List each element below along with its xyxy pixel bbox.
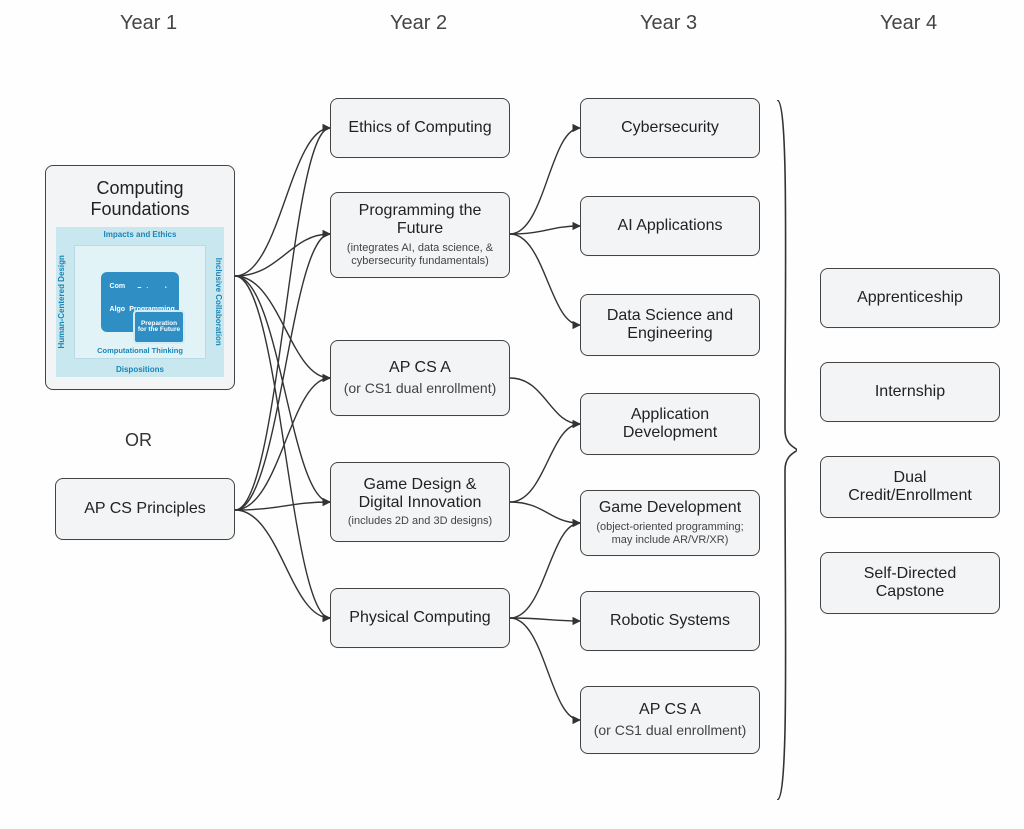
column-headers: Year 1 Year 2 Year 3 Year 4 — [0, 12, 1024, 42]
header-year3: Year 3 — [640, 12, 697, 35]
cf-edge-bottom: Dispositions — [56, 365, 224, 374]
game-title: Game Design & Digital Innovation — [341, 476, 499, 513]
node-robotic-systems: Robotic Systems — [580, 591, 760, 651]
cf-edge-top: Impacts and Ethics — [56, 230, 224, 239]
node-ap-cs-principles: AP CS Principles — [55, 478, 235, 540]
header-year4: Year 4 — [880, 12, 937, 35]
node-game-development: Game Development (object-oriented progra… — [580, 490, 760, 556]
intern-title: Internship — [875, 383, 945, 401]
cf-title: Computing Foundations — [56, 178, 224, 219]
cf-center: Preparation for the Future — [133, 310, 185, 344]
prog-future-title: Programming the Future — [341, 202, 499, 239]
cf-figure: Impacts and Ethics Dispositions Human-Ce… — [56, 227, 224, 377]
node-computing-foundations: Computing Foundations Impacts and Ethics… — [45, 165, 235, 390]
capstone-title: Self-Directed Capstone — [831, 565, 989, 602]
apcsp-title: AP CS Principles — [84, 500, 206, 518]
brace-icon — [773, 100, 797, 800]
robotics-title: Robotic Systems — [610, 612, 730, 630]
node-apprenticeship: Apprenticeship — [820, 268, 1000, 328]
or-label: OR — [125, 430, 152, 451]
apcsa2-sub: (or CS1 dual enrollment) — [344, 380, 497, 397]
gamedev-sub: (object-oriented programming; may includ… — [591, 521, 749, 547]
node-ai-applications: AI Applications — [580, 196, 760, 256]
header-year1: Year 1 — [120, 12, 177, 35]
node-data-science: Data Science and Engineering — [580, 294, 760, 356]
node-physical-computing: Physical Computing — [330, 588, 510, 648]
apcsa2-title: AP CS A — [389, 359, 451, 377]
apprentice-title: Apprenticeship — [857, 289, 963, 307]
prog-future-sub: (integrates AI, data science, & cybersec… — [341, 242, 499, 268]
game-sub: (includes 2D and 3D designs) — [348, 515, 492, 528]
physical-title: Physical Computing — [349, 609, 490, 627]
gamedev-title: Game Development — [599, 499, 741, 517]
data-title: Data Science and Engineering — [591, 307, 749, 344]
cyber-title: Cybersecurity — [621, 119, 719, 137]
node-programming-the-future: Programming the Future (integrates AI, d… — [330, 192, 510, 278]
apcsa3-sub: (or CS1 dual enrollment) — [594, 722, 747, 739]
ethics-title: Ethics of Computing — [348, 119, 491, 137]
node-ethics-of-computing: Ethics of Computing — [330, 98, 510, 158]
node-self-directed-capstone: Self-Directed Capstone — [820, 552, 1000, 614]
dual-title: Dual Credit/Enrollment — [831, 469, 989, 506]
apcsa3-title: AP CS A — [639, 701, 701, 719]
appdev-title: Application Development — [591, 406, 749, 443]
cf-inner-bottom: Computational Thinking — [75, 347, 205, 356]
node-ap-cs-a-y3: AP CS A (or CS1 dual enrollment) — [580, 686, 760, 754]
node-dual-credit: Dual Credit/Enrollment — [820, 456, 1000, 518]
ai-title: AI Applications — [618, 217, 723, 235]
node-internship: Internship — [820, 362, 1000, 422]
header-year2: Year 2 — [390, 12, 447, 35]
node-cybersecurity: Cybersecurity — [580, 98, 760, 158]
node-ap-cs-a-y2: AP CS A (or CS1 dual enrollment) — [330, 340, 510, 416]
node-application-development: Application Development — [580, 393, 760, 455]
node-game-design: Game Design & Digital Innovation (includ… — [330, 462, 510, 542]
